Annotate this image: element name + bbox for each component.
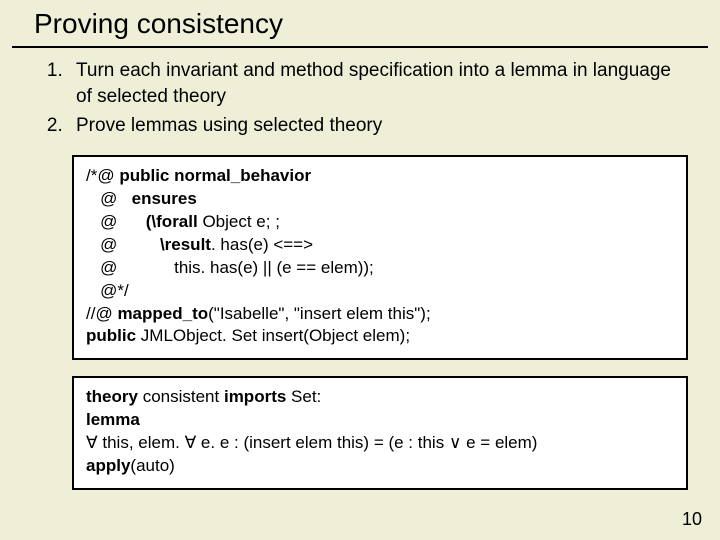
- step-item: Prove lemmas using selected theory: [68, 113, 688, 139]
- step-item: Turn each invariant and method specifica…: [68, 58, 688, 109]
- page-number: 10: [682, 509, 702, 530]
- steps-list: Turn each invariant and method specifica…: [42, 58, 688, 139]
- slide-title: Proving consistency: [12, 0, 708, 48]
- theory-box: theory consistent imports Set: lemma ∀ t…: [72, 376, 688, 490]
- code-box: /*@ public normal_behavior @ ensures @ (…: [72, 155, 688, 361]
- slide-content: Turn each invariant and method specifica…: [0, 58, 720, 490]
